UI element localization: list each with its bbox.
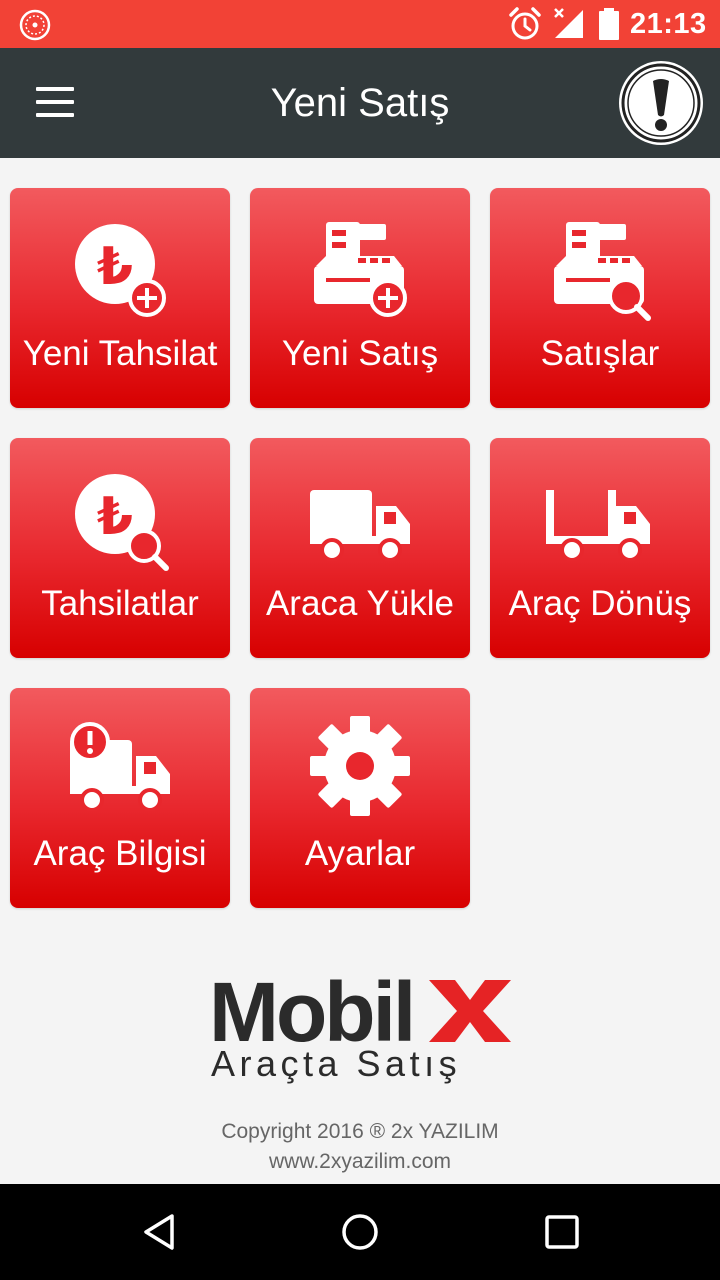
- battery-icon: [599, 8, 619, 40]
- tile-label: Araç Bilgisi: [33, 834, 207, 873]
- truck-icon: [310, 490, 410, 562]
- tile-ayarlar[interactable]: Ayarlar: [250, 688, 470, 908]
- navigation-bar: [0, 1184, 720, 1280]
- tile-araca-yukle[interactable]: Araca Yükle: [250, 438, 470, 658]
- status-bar: 21:13: [0, 0, 720, 48]
- logo-tagline: Araçta Satış: [211, 1043, 462, 1084]
- tile-yeni-satis[interactable]: Yeni Satış: [250, 188, 470, 408]
- mobilx-logo: Mobil Araçta Satış: [205, 965, 525, 1092]
- tile-arac-bilgisi[interactable]: Araç Bilgisi: [10, 688, 230, 908]
- tile-tahsilatlar[interactable]: ₺ Tahsilatlar: [10, 438, 230, 658]
- lira-add-icon: ₺: [75, 224, 166, 317]
- tile-label: Araç Dönüş: [508, 584, 692, 623]
- exclamation-icon[interactable]: [617, 59, 705, 147]
- tile-label: Satışlar: [540, 334, 660, 373]
- status-time: 21:13: [630, 8, 707, 40]
- lira-search-icon: ₺: [75, 474, 169, 571]
- tile-yeni-tahsilat[interactable]: ₺ Yeni Tahsilat: [10, 188, 230, 408]
- back-icon[interactable]: [140, 1212, 180, 1252]
- svg-text:₺: ₺: [97, 487, 133, 547]
- tile-label: Tahsilatlar: [41, 584, 199, 623]
- svg-text:₺: ₺: [97, 237, 133, 297]
- tile-label: Yeni Satış: [281, 334, 439, 373]
- app-toolbar: Yeni Satış: [0, 48, 720, 158]
- home-icon[interactable]: [340, 1212, 380, 1252]
- tile-label: Yeni Tahsilat: [22, 334, 218, 373]
- page-title: Yeni Satış: [270, 81, 450, 125]
- tile-label: Ayarlar: [304, 834, 416, 873]
- cash-register-add-icon: [314, 222, 407, 317]
- gear-icon: [310, 716, 410, 816]
- tile-label: Araca Yükle: [265, 584, 455, 623]
- tile-satislar[interactable]: Satışlar: [490, 188, 710, 408]
- logo-x-mark: [429, 980, 511, 1042]
- truck-return-icon: [546, 490, 650, 562]
- website-link[interactable]: www.2xyazilim.com: [0, 1148, 720, 1176]
- logo-word: Mobil: [209, 965, 416, 1059]
- cash-register-search-icon: [554, 222, 651, 321]
- tile-arac-donus[interactable]: Araç Dönüş: [490, 438, 710, 658]
- recents-icon[interactable]: [542, 1212, 582, 1252]
- alarm-icon: [509, 7, 541, 40]
- app-notification-icon: [19, 9, 51, 41]
- signal-icon: [554, 8, 583, 38]
- copyright-text: Copyright 2016 ® 2x YAZILIM: [221, 1120, 499, 1143]
- truck-info-icon: [70, 722, 170, 812]
